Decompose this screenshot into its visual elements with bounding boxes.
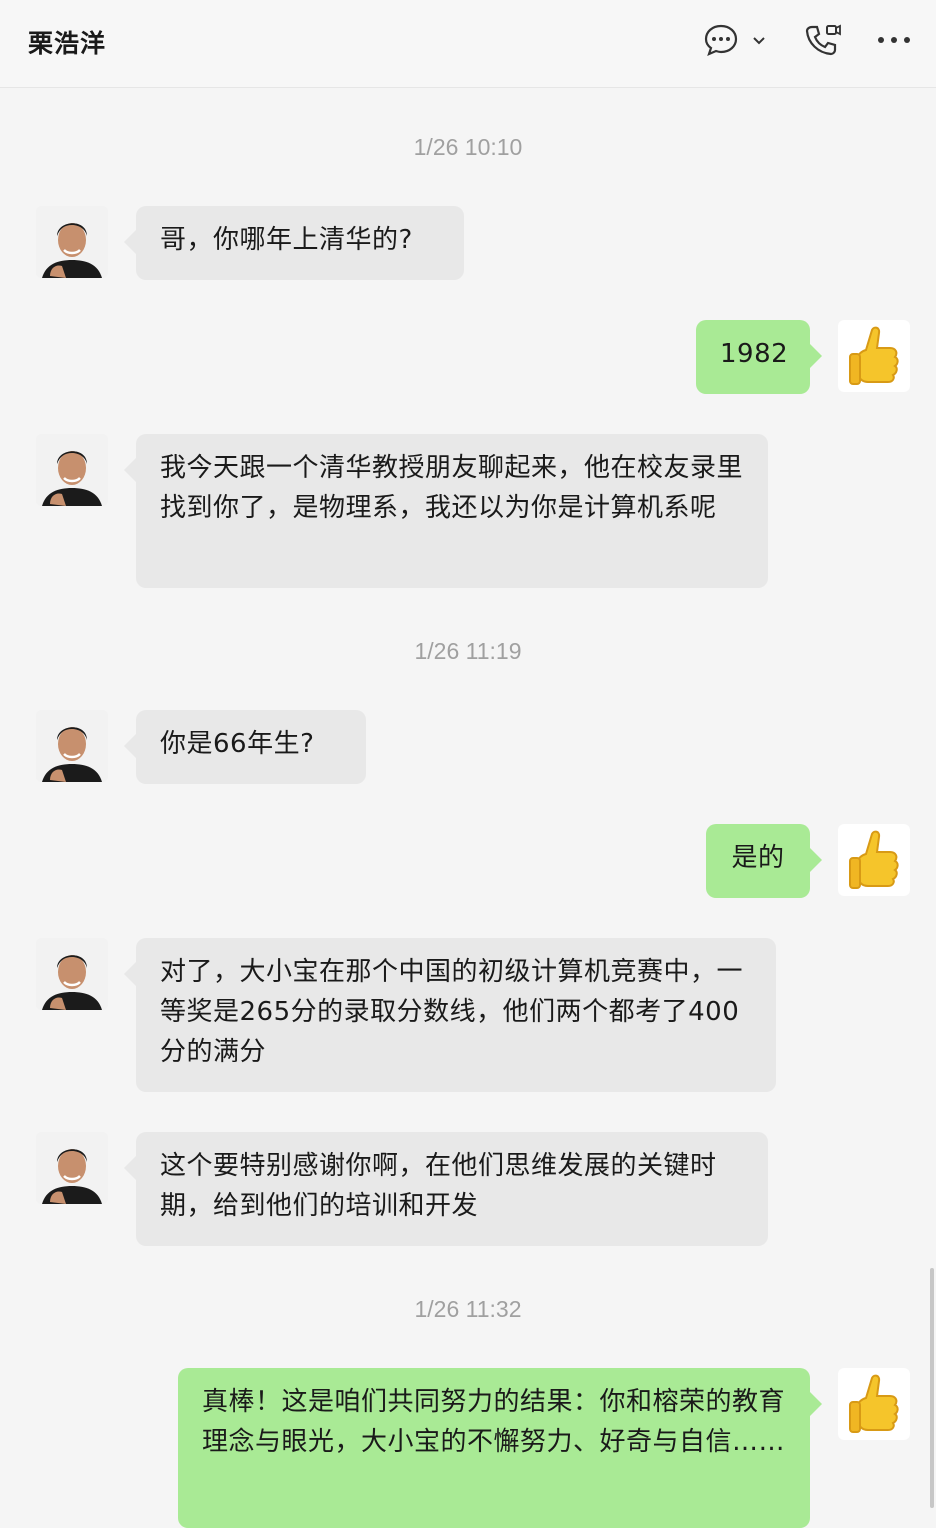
message-bubble-outgoing[interactable]: 1982 xyxy=(696,320,822,394)
timestamp: 1/26 11:32 xyxy=(414,1296,522,1322)
message-bubble-incoming[interactable]: 这个要特别感谢你啊，在他们思维发展的关键时期，给到他们的培训和开发 xyxy=(124,1132,768,1246)
self-avatar[interactable] xyxy=(838,824,910,896)
contact-avatar[interactable] xyxy=(36,938,108,1010)
contact-name: 栗浩洋 xyxy=(28,29,107,58)
message-bubble-incoming[interactable]: 哥，你哪年上清华的? xyxy=(124,206,464,280)
message-bubble-outgoing[interactable]: 是的 xyxy=(706,824,822,898)
contact-avatar[interactable] xyxy=(36,206,108,278)
self-avatar[interactable] xyxy=(838,320,910,392)
timestamp: 1/26 11:19 xyxy=(414,638,522,664)
chat-header: 栗浩洋 xyxy=(0,0,936,88)
video-call-icon[interactable] xyxy=(803,22,841,58)
scrollbar[interactable] xyxy=(930,1268,934,1508)
contact-avatar[interactable] xyxy=(36,434,108,506)
message-bubble-incoming[interactable]: 对了，大小宝在那个中国的初级计算机竞赛中，一等奖是265分的录取分数线，他们两个… xyxy=(124,938,776,1092)
message-bubble-outgoing[interactable]: 真棒！这是咱们共同努力的结果：你和榕荣的教育理念与眼光，大小宝的不懈努力、好奇与… xyxy=(178,1368,822,1528)
message-bubble-incoming[interactable]: 我今天跟一个清华教授朋友聊起来，他在校友录里找到你了，是物理系，我还以为你是计算… xyxy=(124,434,768,588)
contact-avatar[interactable] xyxy=(36,1132,108,1204)
contact-avatar[interactable] xyxy=(36,710,108,782)
message-list[interactable]: 1/26 10:10 哥，你哪年上清华的? 1982 我今天跟一个清华教授朋友聊… xyxy=(0,88,936,1528)
chevron-down-icon[interactable] xyxy=(751,32,767,52)
self-avatar[interactable] xyxy=(838,1368,910,1440)
chat-bubble-icon[interactable] xyxy=(703,22,739,62)
more-icon[interactable] xyxy=(876,28,912,52)
chat-options[interactable] xyxy=(703,22,767,62)
message-bubble-incoming[interactable]: 你是66年生? xyxy=(124,710,366,784)
timestamp: 1/26 10:10 xyxy=(413,134,523,160)
